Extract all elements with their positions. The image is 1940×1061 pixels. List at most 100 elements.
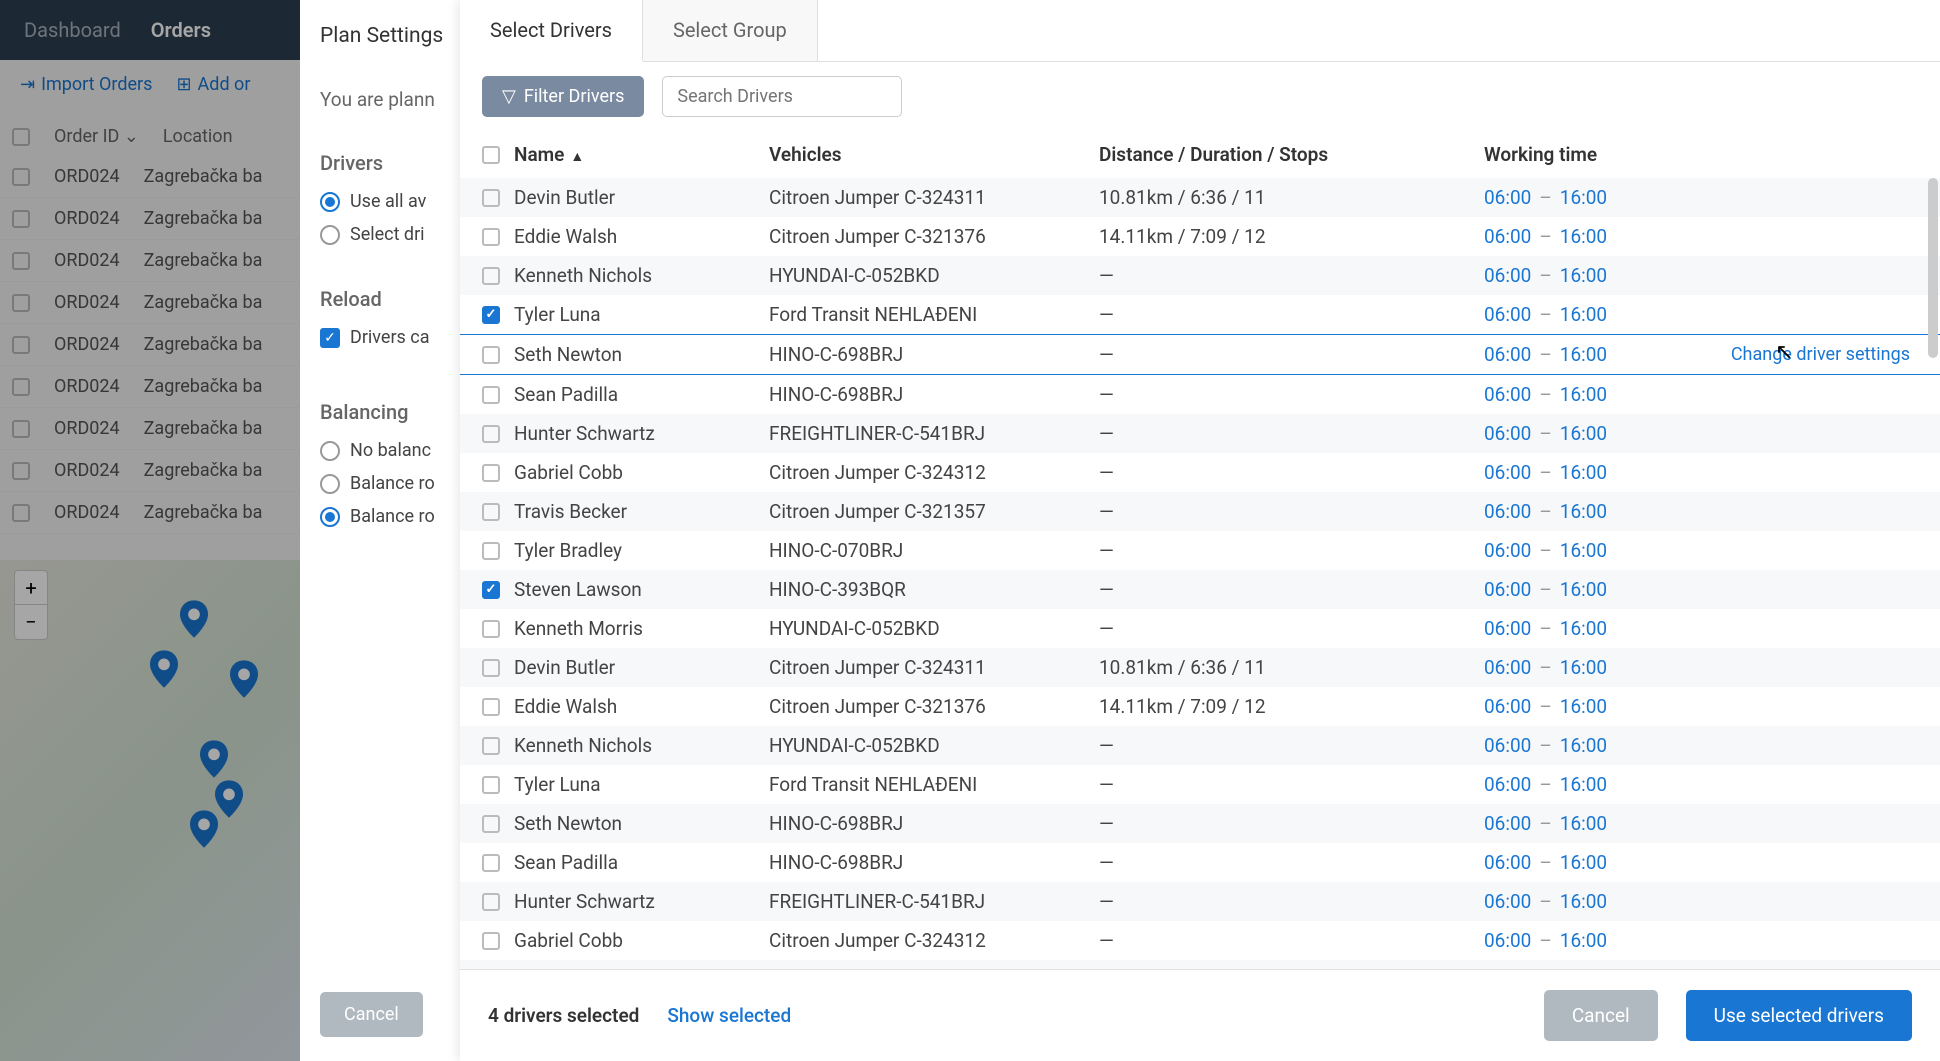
start-time-link[interactable]: 06:00 [1484, 929, 1531, 952]
start-time-link[interactable]: 06:00 [1484, 773, 1531, 796]
use-selected-drivers-button[interactable]: Use selected drivers [1686, 990, 1912, 1041]
driver-row[interactable]: Travis Becker Citroen Jumper C-321357 — … [460, 492, 1940, 531]
start-time-link[interactable]: 06:00 [1484, 383, 1531, 406]
driver-checkbox[interactable] [482, 386, 500, 404]
start-time-link[interactable]: 06:00 [1484, 812, 1531, 835]
start-time-link[interactable]: 06:00 [1484, 578, 1531, 601]
use-all-drivers-radio[interactable]: Use all av [320, 191, 480, 212]
end-time-link[interactable]: 16:00 [1560, 929, 1607, 952]
select-all-drivers-checkbox[interactable] [482, 146, 500, 164]
driver-checkbox[interactable] [482, 659, 500, 677]
end-time-link[interactable]: 16:00 [1560, 812, 1607, 835]
start-time-link[interactable]: 06:00 [1484, 695, 1531, 718]
start-time-link[interactable]: 06:00 [1484, 422, 1531, 445]
scrollbar-thumb[interactable] [1928, 178, 1938, 358]
scrollbar[interactable] [1928, 178, 1938, 969]
no-balancing-radio[interactable]: No balanc [320, 440, 480, 461]
driver-row[interactable]: Hunter Schwartz FREIGHTLINER-C-541BRJ — … [460, 882, 1940, 921]
driver-row[interactable]: Sean Padilla HINO-C-698BRJ — 06:00 – 16:… [460, 375, 1940, 414]
end-time-link[interactable]: 16:00 [1560, 695, 1607, 718]
end-time-link[interactable]: 16:00 [1560, 773, 1607, 796]
driver-row[interactable]: Kenneth Nichols HYUNDAI-C-052BKD — 06:00… [460, 256, 1940, 295]
end-time-link[interactable]: 16:00 [1560, 461, 1607, 484]
start-time-link[interactable]: 06:00 [1484, 500, 1531, 523]
driver-checkbox[interactable] [482, 267, 500, 285]
end-time-link[interactable]: 16:00 [1560, 225, 1607, 248]
driver-row[interactable]: Tyler Bradley HINO-C-070BRJ — 06:00 – 16… [460, 531, 1940, 570]
start-time-link[interactable]: 06:00 [1484, 186, 1531, 209]
driver-row[interactable]: Travis Becker Citroen Jumper C-321357 — … [460, 960, 1940, 969]
start-time-link[interactable]: 06:00 [1484, 461, 1531, 484]
end-time-link[interactable]: 16:00 [1560, 578, 1607, 601]
driver-row[interactable]: Devin Butler Citroen Jumper C-324311 10.… [460, 178, 1940, 217]
change-driver-settings-link[interactable]: Change driver settings [1731, 344, 1918, 365]
driver-checkbox[interactable] [482, 346, 500, 364]
end-time-link[interactable]: 16:00 [1560, 851, 1607, 874]
driver-row[interactable]: Kenneth Nichols HYUNDAI-C-052BKD — 06:00… [460, 726, 1940, 765]
driver-row[interactable]: Hunter Schwartz FREIGHTLINER-C-541BRJ — … [460, 414, 1940, 453]
start-time-link[interactable]: 06:00 [1484, 656, 1531, 679]
driver-row[interactable]: Gabriel Cobb Citroen Jumper C-324312 — 0… [460, 921, 1940, 960]
start-time-link[interactable]: 06:00 [1484, 890, 1531, 913]
col-distance-header[interactable]: Distance / Duration / Stops [1099, 143, 1484, 166]
end-time-link[interactable]: 16:00 [1560, 422, 1607, 445]
start-time-link[interactable]: 06:00 [1484, 225, 1531, 248]
driver-row[interactable]: Seth Newton HINO-C-698BRJ — 06:00 – 16:0… [460, 804, 1940, 843]
start-time-link[interactable]: 06:00 [1484, 539, 1531, 562]
driver-row[interactable]: Tyler Luna Ford Transit NEHLAĐENI — 06:0… [460, 295, 1940, 334]
driver-row[interactable]: Kenneth Morris HYUNDAI-C-052BKD — 06:00 … [460, 609, 1940, 648]
end-time-link[interactable]: 16:00 [1560, 186, 1607, 209]
end-time-link[interactable]: 16:00 [1560, 500, 1607, 523]
driver-checkbox[interactable] [482, 425, 500, 443]
driver-row[interactable]: Gabriel Cobb Citroen Jumper C-324312 — 0… [460, 453, 1940, 492]
end-time-link[interactable]: 16:00 [1560, 656, 1607, 679]
driver-checkbox[interactable] [482, 698, 500, 716]
tab-select-drivers[interactable]: Select Drivers [460, 0, 643, 62]
driver-checkbox[interactable] [482, 815, 500, 833]
search-drivers-input[interactable] [662, 76, 902, 117]
col-name-header[interactable]: Name▲ [514, 143, 769, 166]
start-time-link[interactable]: 06:00 [1484, 343, 1531, 366]
drivers-table-body[interactable]: Devin Butler Citroen Jumper C-324311 10.… [460, 178, 1940, 969]
driver-row[interactable]: Seth Newton HINO-C-698BRJ — 06:00 – 16:0… [460, 334, 1940, 375]
start-time-link[interactable]: 06:00 [1484, 303, 1531, 326]
end-time-link[interactable]: 16:00 [1560, 303, 1607, 326]
modal-cancel-button[interactable]: Cancel [1544, 990, 1658, 1041]
tab-select-group[interactable]: Select Group [643, 0, 818, 61]
plan-settings-tab[interactable]: Plan Settings [320, 24, 480, 48]
driver-row[interactable]: Steven Lawson HINO-C-393BQR — 06:00 – 16… [460, 570, 1940, 609]
start-time-link[interactable]: 06:00 [1484, 968, 1531, 969]
end-time-link[interactable]: 16:00 [1560, 343, 1607, 366]
end-time-link[interactable]: 16:00 [1560, 264, 1607, 287]
start-time-link[interactable]: 06:00 [1484, 734, 1531, 757]
driver-checkbox[interactable] [482, 189, 500, 207]
balance-routes-radio-2[interactable]: Balance ro [320, 506, 480, 527]
driver-checkbox[interactable] [482, 932, 500, 950]
driver-checkbox[interactable] [482, 464, 500, 482]
driver-checkbox[interactable] [482, 503, 500, 521]
driver-checkbox[interactable] [482, 893, 500, 911]
end-time-link[interactable]: 16:00 [1560, 968, 1607, 969]
end-time-link[interactable]: 16:00 [1560, 734, 1607, 757]
driver-checkbox[interactable] [482, 306, 500, 324]
driver-checkbox[interactable] [482, 776, 500, 794]
start-time-link[interactable]: 06:00 [1484, 617, 1531, 640]
end-time-link[interactable]: 16:00 [1560, 617, 1607, 640]
end-time-link[interactable]: 16:00 [1560, 890, 1607, 913]
end-time-link[interactable]: 16:00 [1560, 383, 1607, 406]
driver-checkbox[interactable] [482, 581, 500, 599]
driver-checkbox[interactable] [482, 737, 500, 755]
start-time-link[interactable]: 06:00 [1484, 264, 1531, 287]
driver-row[interactable]: Devin Butler Citroen Jumper C-324311 10.… [460, 648, 1940, 687]
col-vehicles-header[interactable]: Vehicles [769, 143, 1099, 166]
driver-checkbox[interactable] [482, 854, 500, 872]
select-drivers-radio[interactable]: Select dri [320, 224, 480, 245]
driver-row[interactable]: Eddie Walsh Citroen Jumper C-321376 14.1… [460, 687, 1940, 726]
end-time-link[interactable]: 16:00 [1560, 539, 1607, 562]
filter-drivers-button[interactable]: ▽ Filter Drivers [482, 76, 644, 117]
driver-row[interactable]: Sean Padilla HINO-C-698BRJ — 06:00 – 16:… [460, 843, 1940, 882]
balance-routes-radio-1[interactable]: Balance ro [320, 473, 480, 494]
driver-checkbox[interactable] [482, 228, 500, 246]
col-working-time-header[interactable]: Working time [1484, 143, 1704, 166]
driver-row[interactable]: Eddie Walsh Citroen Jumper C-321376 14.1… [460, 217, 1940, 256]
